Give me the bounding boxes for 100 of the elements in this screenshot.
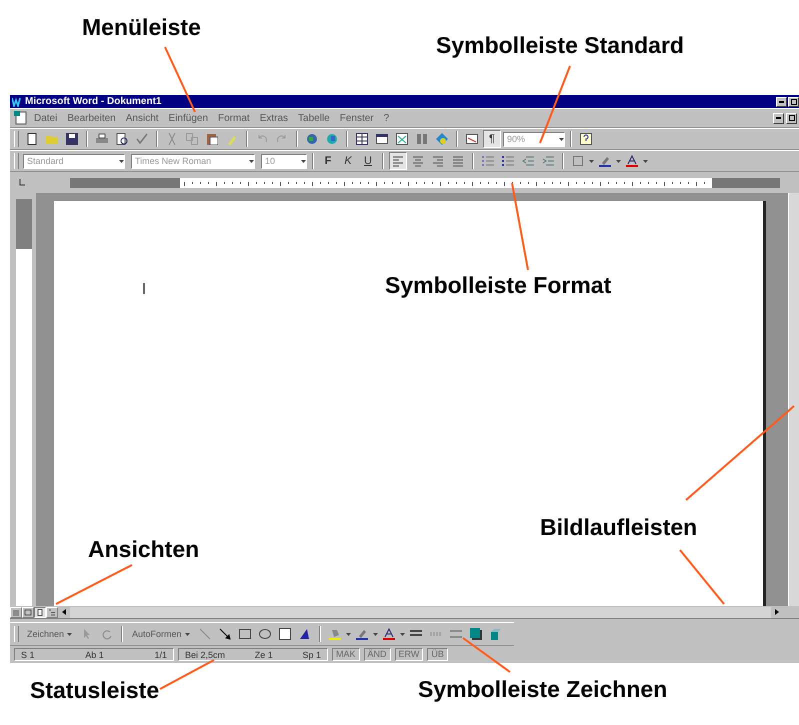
align-icon: [432, 155, 444, 167]
menu-item[interactable]: Fenster: [336, 112, 378, 124]
status-text: Ab 1: [85, 650, 104, 660]
numbered-list-icon: [482, 155, 494, 167]
leader-line: [462, 637, 511, 673]
word-logo-icon: [12, 96, 22, 106]
status-text: 1/1: [154, 650, 167, 660]
rotate-icon: [101, 628, 114, 640]
autoshapes-menu-button[interactable]: AutoFormen: [128, 629, 194, 639]
page-view-button[interactable]: [34, 606, 46, 618]
check-icon: [136, 133, 148, 145]
vertical-scrollbar[interactable]: [788, 193, 799, 606]
undo-icon: [256, 133, 268, 145]
status-text: Bei 2,5cm: [185, 650, 226, 660]
shapes-icon: [436, 133, 448, 145]
normal-view-button[interactable]: [10, 606, 22, 618]
caret-icon: [119, 160, 124, 162]
restore-button[interactable]: [788, 96, 799, 106]
online-view-button[interactable]: [22, 606, 34, 618]
spreadsheet-icon: [396, 133, 408, 145]
help-button[interactable]: [577, 130, 595, 148]
annotation-label: Symbolleiste Standard: [436, 32, 684, 59]
indent-icon: [542, 155, 554, 167]
border-icon: [572, 155, 584, 167]
minimize-button[interactable]: [776, 96, 787, 106]
underline-button[interactable]: U: [359, 152, 377, 170]
spreadsheet-button[interactable]: [393, 130, 411, 148]
menu-item[interactable]: Einfügen: [164, 112, 212, 124]
wordart-icon: [298, 628, 311, 640]
caret-icon: [249, 160, 254, 162]
minimize-button[interactable]: [773, 112, 784, 124]
align-icon: [452, 155, 464, 167]
style-dropdown[interactable]: Standard: [23, 154, 125, 168]
mode-indicator: ÄND: [364, 648, 391, 661]
annotation-label: Statusleiste: [30, 677, 160, 704]
menu-item[interactable]: Datei: [30, 112, 62, 124]
italic-button[interactable]: K: [339, 152, 357, 170]
dashes-icon: [430, 632, 442, 636]
draw-menu-button[interactable]: Zeichnen: [23, 629, 76, 639]
view-icon: [48, 608, 56, 616]
bold-button[interactable]: F: [319, 152, 337, 170]
restore-button[interactable]: [786, 112, 797, 124]
marker-icon: [599, 155, 611, 167]
menu-item[interactable]: ?: [380, 112, 394, 124]
horizontal-scrollbar[interactable]: [70, 606, 771, 618]
minimize-icon: [779, 100, 784, 102]
table-icon: [356, 133, 368, 145]
size-dropdown[interactable]: 10: [261, 154, 307, 168]
restore-icon: [790, 98, 796, 104]
menu-item[interactable]: Ansicht: [122, 112, 163, 124]
window-icon: [376, 133, 388, 145]
textbox-icon: [278, 628, 291, 640]
caret-icon: [372, 632, 378, 636]
menu-item[interactable]: Bearbeiten: [63, 112, 120, 124]
page-icon: [26, 133, 38, 145]
menu-item[interactable]: Tabelle: [294, 112, 334, 124]
mode-indicator: MAK: [332, 648, 360, 661]
caret-icon: [67, 632, 72, 636]
printer-icon: [96, 133, 108, 145]
menu-item[interactable]: Extras: [256, 112, 292, 124]
globe-icon: [306, 133, 318, 145]
columns-icon: [416, 133, 428, 145]
caret-icon: [589, 160, 594, 162]
window-icon: [466, 133, 478, 145]
outline-view-button[interactable]: [46, 606, 58, 618]
bucket-icon: [328, 628, 341, 640]
arrow-icon: [218, 628, 231, 640]
view-icon: [12, 608, 20, 616]
copy-icon: [186, 133, 198, 145]
caret-icon: [346, 632, 351, 636]
letter-icon: [382, 628, 395, 640]
cube-icon: [490, 628, 502, 640]
show-formatting-button[interactable]: ¶: [483, 130, 501, 148]
minimize-icon: [776, 117, 781, 119]
caret-icon: [559, 138, 564, 140]
caret-icon: [400, 632, 405, 636]
help-icon: [580, 133, 592, 145]
mode-indicator: ERW: [394, 648, 424, 661]
caret-icon: [616, 160, 621, 162]
table-button[interactable]: [353, 130, 371, 148]
bulleted-list-icon: [502, 155, 514, 167]
leader-line: [160, 659, 214, 690]
caret-icon: [643, 160, 648, 162]
menu-item[interactable]: Format: [214, 112, 254, 124]
zoom-dropdown[interactable]: 90%: [503, 132, 565, 146]
arrows-icon: [450, 628, 462, 640]
font-dropdown[interactable]: Times New Roman: [131, 154, 255, 168]
folder-icon: [46, 133, 58, 145]
align-left-button[interactable]: [389, 152, 407, 170]
line-icon: [198, 628, 211, 640]
brush-icon: [226, 133, 238, 145]
save-button[interactable]: [63, 130, 81, 148]
caret-icon: [301, 160, 306, 162]
caret-icon: [184, 632, 190, 636]
globe-icon: [326, 133, 338, 145]
leader-line: [164, 46, 196, 112]
pen-icon: [356, 628, 368, 640]
align-icon: [392, 155, 404, 167]
arrow-left-icon: [62, 609, 66, 615]
leader-line: [679, 549, 725, 605]
